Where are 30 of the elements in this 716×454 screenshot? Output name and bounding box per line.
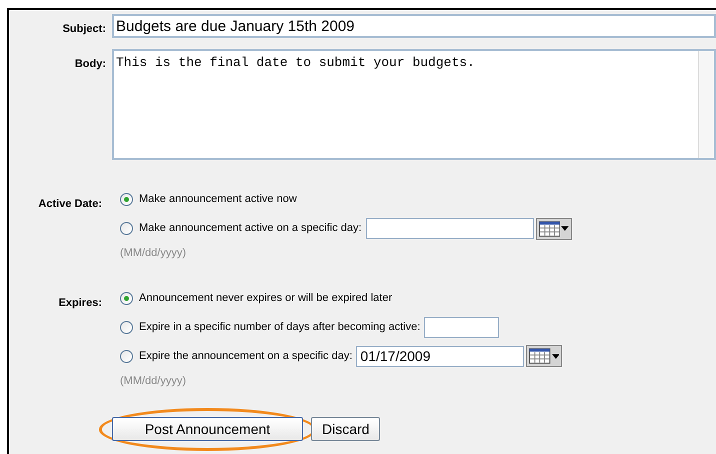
date-format-hint: (MM/dd/yyyy) xyxy=(120,374,187,388)
calendar-icon xyxy=(538,220,560,236)
radio-button[interactable] xyxy=(120,320,133,334)
option-label: Announcement never expires or will be expired later xyxy=(139,290,392,306)
date-field[interactable]: 01/17/2009 xyxy=(356,346,524,366)
subject-field[interactable]: Budgets are due January 15th 2009 xyxy=(112,14,716,38)
caret-icon xyxy=(560,226,569,231)
option-label: Expire in a specific number of days after becoming active: xyxy=(139,320,420,335)
calendar-icon xyxy=(529,348,551,364)
radio-button[interactable] xyxy=(120,222,133,235)
option-label: Make announcement active on a specific day: xyxy=(139,221,362,236)
option-label: Expire the announcement on a specific day: xyxy=(139,348,352,364)
field-label: Expires: xyxy=(58,296,102,308)
radio-button[interactable] xyxy=(120,350,133,362)
calendar-button[interactable] xyxy=(526,345,562,367)
body-field[interactable]: This is the final date to submit your budgets. xyxy=(112,49,716,160)
caret-icon xyxy=(552,354,560,358)
field-label: Subject: xyxy=(62,23,106,35)
calendar-button[interactable] xyxy=(536,218,572,240)
option-label: Make announcement active now xyxy=(139,192,297,208)
field-label: Active Date: xyxy=(38,198,102,210)
days-field[interactable] xyxy=(424,316,500,338)
date-format-hint: (MM/dd/yyyy) xyxy=(120,246,187,261)
radio-button[interactable] xyxy=(120,193,133,206)
radio-button[interactable] xyxy=(120,292,133,304)
scrollbar[interactable] xyxy=(698,51,714,158)
date-field[interactable] xyxy=(366,218,534,239)
form-button[interactable]: Post Announcement xyxy=(112,417,303,441)
form-button[interactable]: Discard xyxy=(311,417,380,441)
field-label: Body: xyxy=(74,58,106,70)
